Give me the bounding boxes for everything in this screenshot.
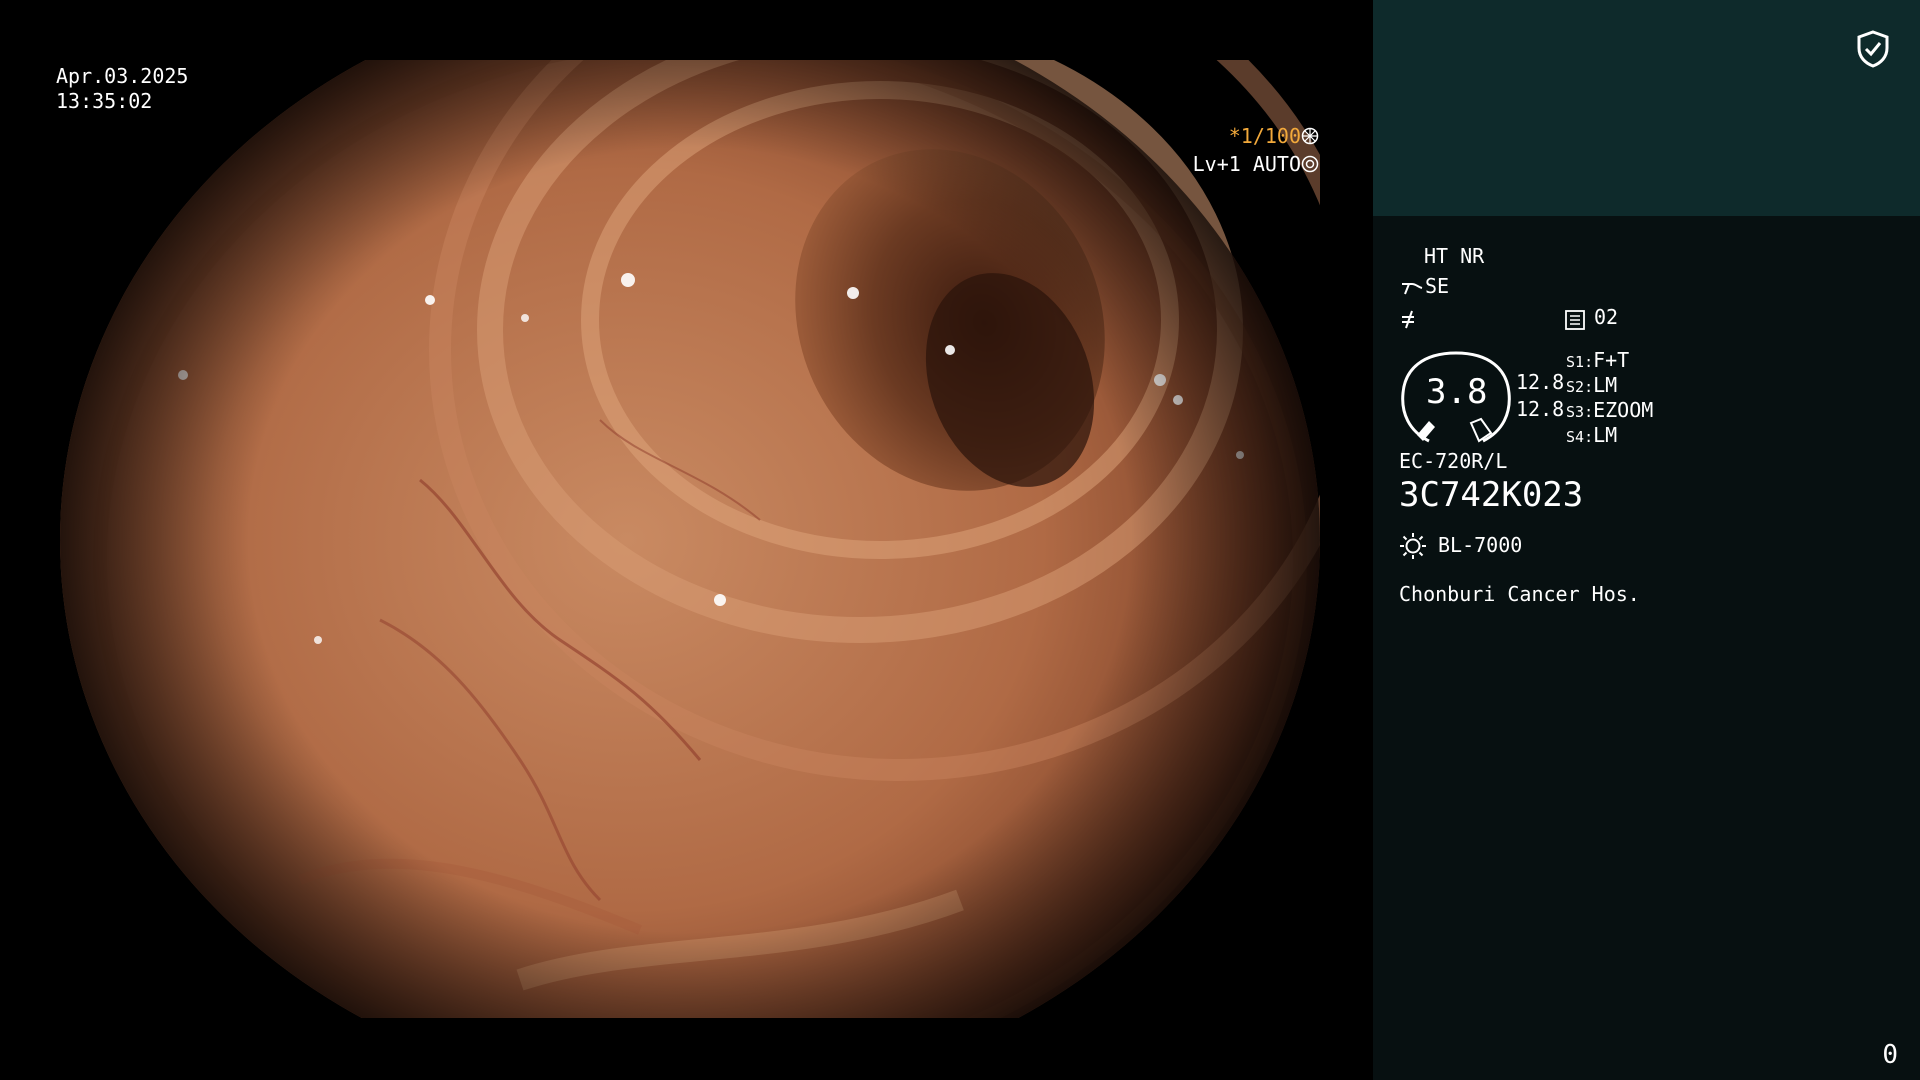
frame-counter: 0 <box>1882 1040 1898 1070</box>
exam-date: Apr.03.2025 <box>56 64 189 88</box>
switch-value: LM <box>1593 423 1618 447</box>
switch-key: S2 <box>1566 378 1585 396</box>
scope-model: EC-720R/L <box>1399 449 1508 473</box>
switch-row-s1: S1:F+T <box>1566 348 1630 372</box>
switch-key: S4 <box>1566 428 1585 446</box>
light-source: BL-7000 <box>1438 533 1523 557</box>
info-panel: HT NR SE 02 3.8 12.8 12.8 S1:F+T S2:LM S… <box>1373 0 1920 1080</box>
se-mode: SE <box>1425 274 1450 298</box>
scope-tip-icon <box>1402 283 1423 295</box>
shield-check-icon <box>1857 30 1889 68</box>
zoom-value: 3.8 <box>1426 372 1488 412</box>
value-lower: 12.8 <box>1516 397 1565 421</box>
memory-icon <box>1565 310 1585 330</box>
switch-row-s4: S4:LM <box>1566 423 1618 447</box>
scope-serial: 3C742K023 <box>1399 475 1584 515</box>
image-mode-flags: HT NR <box>1424 244 1485 268</box>
switch-key: S3 <box>1566 403 1585 421</box>
value-upper: 12.8 <box>1516 370 1565 394</box>
switch-assignments: S1:F+T S2:LM S3:EZOOM S4:LM <box>1566 348 1653 448</box>
exam-time: 13:35:02 <box>56 89 153 113</box>
memory-value: 02 <box>1594 305 1619 329</box>
hospital-name: Chonburi Cancer Hos. <box>1399 582 1640 606</box>
switch-value: LM <box>1593 373 1618 397</box>
switch-value: F+T <box>1593 348 1630 372</box>
level-readout: Lv+1 AUTO <box>1144 127 1319 202</box>
level-mode: Lv+1 AUTO <box>1192 152 1301 176</box>
light-source-icon <box>1400 533 1426 559</box>
panel-header <box>1373 0 1920 216</box>
iris-icon <box>1301 155 1319 173</box>
switch-value: EZOOM <box>1593 398 1654 422</box>
filter-icon <box>1402 310 1414 329</box>
switch-row-s2: S2:LM <box>1566 373 1618 397</box>
endoscope-image-area: Apr.03.2025 13:35:02 *1/100 Lv+1 AUTO <box>0 0 1373 1080</box>
switch-row-s3: S3:EZOOM <box>1566 398 1654 422</box>
switch-key: S1 <box>1566 353 1585 371</box>
